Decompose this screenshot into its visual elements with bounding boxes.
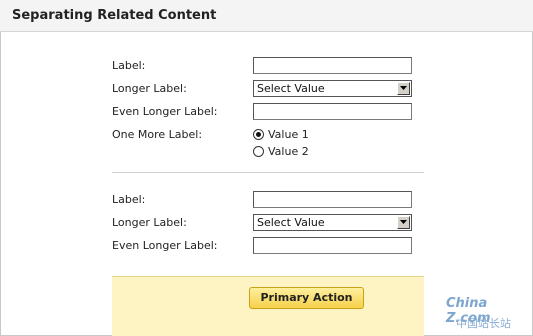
radio-label: Value 1 <box>268 128 309 141</box>
action-bar: Primary Action <box>112 276 424 336</box>
even-longer-label-input[interactable] <box>253 237 412 254</box>
page-title: Separating Related Content <box>12 8 217 23</box>
field-label: One More Label: <box>112 128 203 141</box>
form-row-label: Label: <box>112 57 432 77</box>
form-row-even-longer-label: Even Longer Label: <box>112 103 432 123</box>
radio-option-value-2[interactable]: Value 2 <box>253 145 373 161</box>
field-label: Even Longer Label: <box>112 105 218 118</box>
field-label: Even Longer Label: <box>112 239 218 252</box>
page-header: Separating Related Content <box>0 0 533 32</box>
primary-action-button[interactable]: Primary Action <box>249 287 364 309</box>
longer-label-select[interactable]: Select Value <box>253 214 412 231</box>
watermark-subtitle: 中国站长站 <box>456 317 511 330</box>
field-label: Label: <box>112 193 146 206</box>
radio-label: Value 2 <box>268 145 309 158</box>
radio-option-value-1[interactable]: Value 1 <box>253 128 373 144</box>
dropdown-button[interactable] <box>397 216 410 229</box>
label-text-input[interactable] <box>253 57 412 74</box>
dropdown-button[interactable] <box>397 82 410 95</box>
radio-button-selected[interactable] <box>253 129 264 140</box>
form-row-label: Label: <box>112 191 432 211</box>
form-row-longer-label: Longer Label: Select Value <box>112 80 432 100</box>
form-row-even-longer-label: Even Longer Label: <box>112 237 432 257</box>
even-longer-label-input[interactable] <box>253 103 412 120</box>
radio-button[interactable] <box>253 146 264 157</box>
longer-label-select[interactable]: Select Value <box>253 80 412 97</box>
field-label: Longer Label: <box>112 82 187 95</box>
chevron-down-icon <box>400 86 407 90</box>
form-row-longer-label: Longer Label: Select Value <box>112 214 432 234</box>
field-label: Longer Label: <box>112 216 187 229</box>
select-value: Select Value <box>257 82 325 95</box>
label-text-input[interactable] <box>253 191 412 208</box>
chevron-down-icon <box>400 220 407 224</box>
section-divider <box>112 172 424 173</box>
watermark-logo: China Z.com 中国站长站 <box>442 292 528 332</box>
select-value: Select Value <box>257 216 325 229</box>
field-label: Label: <box>112 59 146 72</box>
